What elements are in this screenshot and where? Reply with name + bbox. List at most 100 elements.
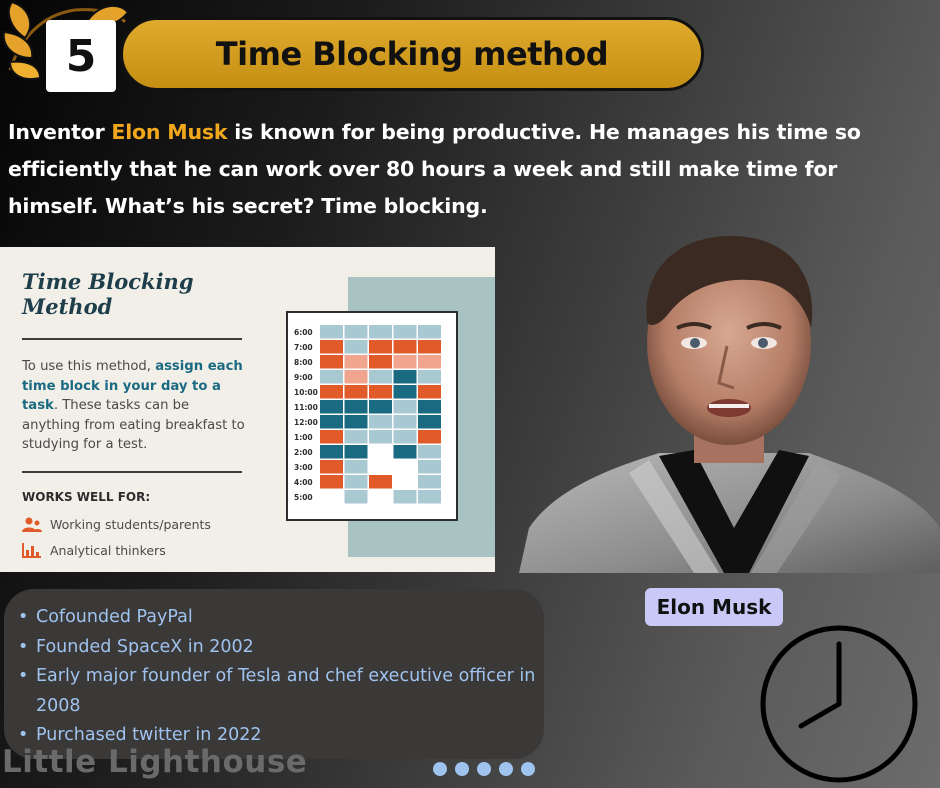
time-block [418, 430, 441, 444]
facts-panel: Cofounded PayPal Founded SpaceX in 2002 … [4, 589, 544, 759]
time-block [344, 325, 368, 339]
time-block [418, 385, 441, 399]
time-block [418, 370, 441, 384]
time-label: 10:00 [294, 388, 318, 397]
time-block [344, 430, 368, 444]
elon-musk-portrait [519, 228, 940, 573]
carousel-dot[interactable] [477, 762, 491, 776]
divider [22, 471, 242, 473]
facts-list: Cofounded PayPal Founded SpaceX in 2002 … [4, 589, 544, 751]
time-block [418, 445, 441, 459]
divider [22, 338, 242, 340]
time-block [344, 475, 368, 489]
time-block [320, 400, 343, 414]
title-banner: Time Blocking method [120, 17, 704, 91]
time-blocking-infographic: Time Blocking Method To use this method,… [0, 247, 495, 572]
intro-text-before: Inventor [8, 120, 112, 144]
time-label: 11:00 [294, 403, 318, 412]
time-block [320, 325, 343, 339]
time-block [369, 430, 392, 444]
step-number: 5 [65, 30, 97, 82]
clock-icon [760, 625, 918, 783]
time-block [418, 475, 441, 489]
list-item: Cofounded PayPal [18, 603, 544, 633]
time-block [393, 340, 417, 354]
time-block [393, 430, 417, 444]
time-block [344, 415, 368, 429]
time-block [344, 340, 368, 354]
time-block [369, 370, 392, 384]
infographic-description: To use this method, assign each time blo… [22, 357, 250, 455]
step-number-badge: 5 [46, 20, 116, 92]
schedule-grid: 6:00 7:00 8:00 9:00 10:00 11:00 12:00 1:00 2:00 3… [286, 311, 458, 521]
desc-after: . These tasks can be anything from eatin… [22, 398, 245, 452]
time-block [369, 325, 392, 339]
infographic-title: Time Blocking Method [22, 269, 194, 319]
time-block [320, 445, 343, 459]
time-block [418, 400, 441, 414]
intro-highlight: Elon Musk [111, 120, 228, 144]
carousel-dot[interactable] [455, 762, 469, 776]
people-icon [22, 517, 42, 532]
time-block [369, 355, 392, 369]
time-block [320, 430, 343, 444]
time-block [418, 355, 441, 369]
time-label: 1:00 [294, 433, 313, 442]
time-block [369, 475, 392, 489]
time-block [418, 415, 441, 429]
time-block [320, 340, 343, 354]
time-label: 4:00 [294, 478, 313, 487]
time-label: 9:00 [294, 373, 313, 382]
time-label: 2:00 [294, 448, 313, 457]
works-item: Analytical thinkers [22, 542, 166, 558]
time-block [418, 460, 441, 474]
time-block [320, 385, 343, 399]
time-label: 5:00 [294, 493, 313, 502]
list-item: Founded SpaceX in 2002 [18, 633, 544, 663]
time-block [320, 370, 343, 384]
time-block [369, 385, 392, 399]
intro-paragraph: Inventor Elon Musk is known for being pr… [8, 114, 928, 225]
time-block [393, 490, 417, 504]
time-block [369, 400, 392, 414]
time-block [393, 445, 417, 459]
time-label: 3:00 [294, 463, 313, 472]
time-block [393, 325, 417, 339]
page-title: Time Blocking method [215, 35, 609, 73]
time-block [320, 460, 343, 474]
time-block [418, 340, 441, 354]
carousel-dots[interactable] [433, 762, 535, 776]
carousel-dot[interactable] [433, 762, 447, 776]
time-block [393, 355, 417, 369]
time-label: 12:00 [294, 418, 318, 427]
time-block [320, 355, 343, 369]
time-block [393, 415, 417, 429]
schedule-grid-svg: 6:00 7:00 8:00 9:00 10:00 11:00 12:00 1:00 2:00 3… [294, 325, 441, 504]
time-block [418, 490, 441, 504]
desc-before: To use this method, [22, 359, 156, 374]
time-block [344, 445, 368, 459]
list-item: Early major founder of Tesla and chef ex… [18, 662, 544, 721]
time-block [393, 400, 417, 414]
bar-chart-icon [22, 543, 41, 558]
time-label: 7:00 [294, 343, 313, 352]
time-block [369, 415, 392, 429]
time-block [344, 355, 368, 369]
time-block [369, 340, 392, 354]
works-item-label: Working students/parents [50, 516, 211, 532]
carousel-dot[interactable] [499, 762, 513, 776]
time-label: 8:00 [294, 358, 313, 367]
carousel-dot[interactable] [521, 762, 535, 776]
time-block [320, 415, 343, 429]
time-block [393, 370, 417, 384]
portrait-image [519, 236, 940, 573]
time-block [393, 385, 417, 399]
time-block [418, 325, 441, 339]
time-block [344, 385, 368, 399]
time-block [344, 370, 368, 384]
works-well-title: WORKS WELL FOR: [22, 490, 151, 504]
time-block [320, 475, 343, 489]
time-block [344, 460, 368, 474]
time-block [344, 400, 368, 414]
time-block [344, 490, 368, 504]
